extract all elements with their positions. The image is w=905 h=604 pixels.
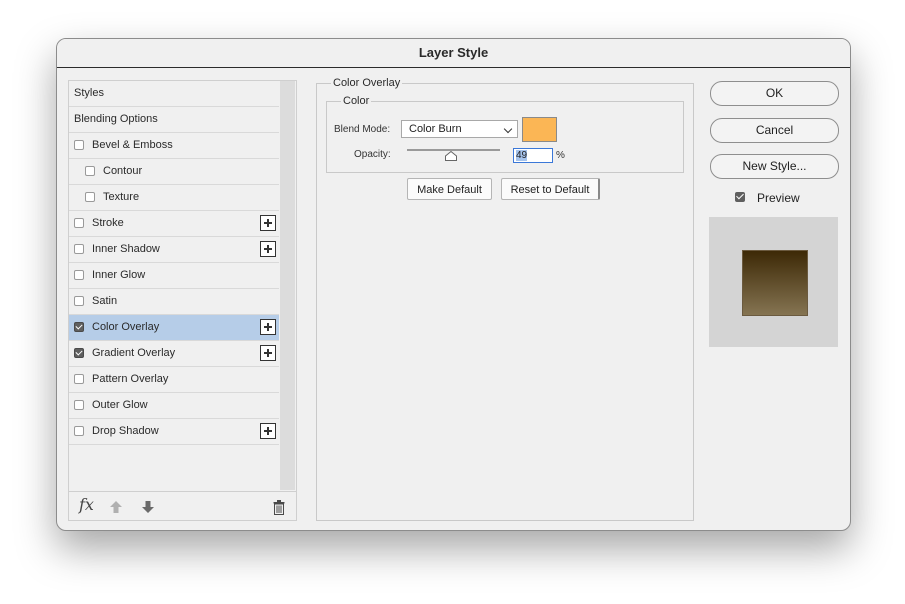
blend-mode-label: Blend Mode: — [334, 124, 391, 135]
cancel-button[interactable]: Cancel — [710, 118, 839, 143]
styles-scrollbar[interactable] — [280, 81, 295, 490]
style-item-label: Bevel & Emboss — [92, 139, 173, 151]
style-item-texture[interactable]: Texture — [69, 185, 279, 211]
color-group-title: Color — [341, 95, 372, 107]
move-down-icon[interactable] — [141, 500, 155, 514]
add-effect-icon[interactable] — [260, 319, 276, 335]
blend-mode-value: Color Burn — [409, 123, 462, 135]
preview-checkbox[interactable] — [735, 192, 745, 202]
style-checkbox[interactable] — [74, 270, 84, 280]
blend-mode-select[interactable]: Color Burn — [401, 120, 518, 138]
opacity-input[interactable]: 49 — [513, 148, 553, 163]
fx-icon[interactable]: fx — [79, 495, 94, 514]
style-item-satin[interactable]: Satin — [69, 289, 279, 315]
style-item-label: Blending Options — [74, 113, 158, 125]
ok-button[interactable]: OK — [710, 81, 839, 106]
style-item-outer-glow[interactable]: Outer Glow — [69, 393, 279, 419]
style-item-label: Inner Shadow — [92, 243, 160, 255]
style-item-label: Outer Glow — [92, 399, 148, 411]
styles-toolbar: fx — [69, 491, 296, 521]
section-title: Color Overlay — [331, 77, 403, 89]
make-default-button[interactable]: Make Default — [407, 178, 492, 200]
preview-toggle[interactable]: Preview — [735, 191, 800, 205]
style-item-gradient-overlay[interactable]: Gradient Overlay — [69, 341, 279, 367]
style-item-contour[interactable]: Contour — [69, 159, 279, 185]
style-item-label: Styles — [74, 87, 104, 99]
style-checkbox[interactable] — [74, 426, 84, 436]
color-swatch[interactable] — [522, 117, 557, 142]
style-item-styles[interactable]: Styles — [69, 81, 279, 107]
style-item-blending-options[interactable]: Blending Options — [69, 107, 279, 133]
color-overlay-section: Color Overlay Color Blend Mode: Color Bu… — [316, 77, 694, 521]
style-item-color-overlay[interactable]: Color Overlay — [69, 315, 279, 341]
style-item-label: Texture — [103, 191, 140, 203]
style-item-label: Color Overlay — [92, 321, 160, 333]
preview-panel — [709, 217, 838, 347]
dialog-title: Layer Style — [418, 45, 489, 60]
style-checkbox[interactable] — [74, 140, 84, 150]
trash-icon[interactable] — [273, 500, 285, 515]
style-item-label: Contour — [103, 165, 143, 177]
style-checkbox[interactable] — [74, 374, 84, 384]
layer-style-dialog: Layer Style Styles Blending Options Bevel … — [56, 38, 851, 531]
add-effect-icon[interactable] — [260, 215, 276, 231]
add-effect-icon[interactable] — [260, 241, 276, 257]
style-item-label: Pattern Overlay — [92, 373, 169, 385]
move-up-icon[interactable] — [109, 500, 123, 514]
add-effect-icon[interactable] — [260, 345, 276, 361]
preview-thumbnail — [742, 250, 808, 316]
style-checkbox[interactable] — [74, 296, 84, 306]
styles-list: Styles Blending Options Bevel & Emboss Cont… — [69, 81, 279, 445]
style-item-bevel-emboss[interactable]: Bevel & Emboss — [69, 133, 279, 159]
opacity-value: 49 — [516, 150, 528, 161]
reset-to-default-button[interactable]: Reset to Default — [501, 178, 600, 200]
new-style-button[interactable]: New Style... — [710, 154, 839, 179]
chevron-down-icon — [503, 124, 513, 134]
style-item-stroke[interactable]: Stroke — [69, 211, 279, 237]
style-checkbox[interactable] — [85, 192, 95, 202]
opacity-unit: % — [556, 150, 565, 161]
style-item-label: Stroke — [92, 217, 124, 229]
style-checkbox[interactable] — [74, 348, 84, 358]
opacity-slider-thumb[interactable] — [445, 151, 457, 161]
style-checkbox[interactable] — [74, 322, 84, 332]
style-item-label: Drop Shadow — [92, 425, 159, 437]
styles-panel: Styles Blending Options Bevel & Emboss Cont… — [68, 80, 297, 521]
style-checkbox[interactable] — [74, 218, 84, 228]
add-effect-icon[interactable] — [260, 423, 276, 439]
opacity-label: Opacity: — [354, 149, 391, 160]
style-checkbox[interactable] — [85, 166, 95, 176]
style-item-drop-shadow[interactable]: Drop Shadow — [69, 419, 279, 445]
style-item-label: Gradient Overlay — [92, 347, 176, 359]
preview-label: Preview — [757, 191, 800, 205]
style-checkbox[interactable] — [74, 244, 84, 254]
style-item-label: Inner Glow — [92, 269, 146, 281]
style-item-inner-glow[interactable]: Inner Glow — [69, 263, 279, 289]
style-checkbox[interactable] — [74, 400, 84, 410]
style-item-inner-shadow[interactable]: Inner Shadow — [69, 237, 279, 263]
style-item-label: Satin — [92, 295, 118, 307]
style-item-pattern-overlay[interactable]: Pattern Overlay — [69, 367, 279, 393]
title-bar[interactable]: Layer Style — [57, 39, 850, 68]
color-group: Color Blend Mode: Color Burn Opacity: 49… — [326, 95, 684, 173]
